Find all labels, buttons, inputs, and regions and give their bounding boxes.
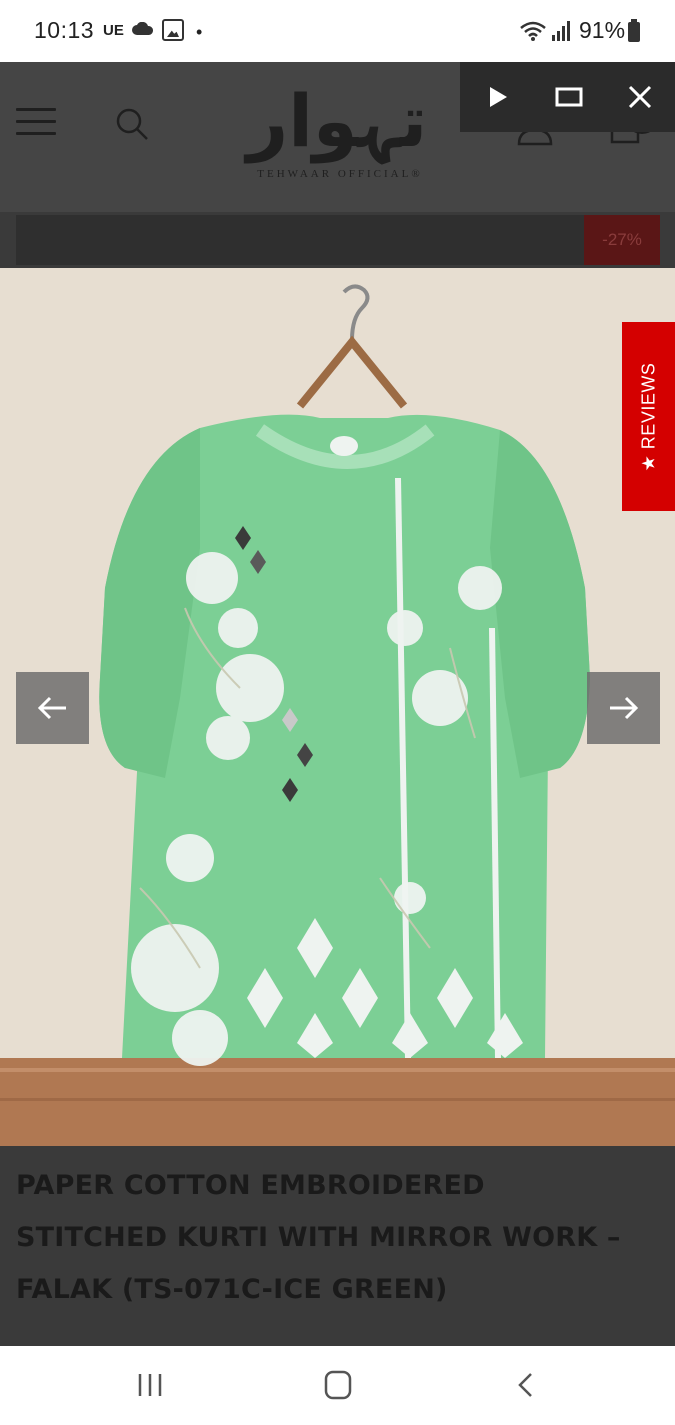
- close-icon[interactable]: [623, 80, 657, 114]
- arrow-left-icon: [37, 696, 66, 720]
- logo-mark: تہوار: [244, 79, 428, 165]
- battery-percent: 91%: [579, 17, 626, 43]
- product-image[interactable]: ★ REVIEWS: [0, 268, 675, 1146]
- home-icon[interactable]: [320, 1370, 356, 1400]
- maximize-icon[interactable]: [552, 80, 586, 114]
- kurti-illustration: [0, 268, 675, 1146]
- system-navigation-bar: [0, 1346, 675, 1425]
- status-time: 10:13: [34, 17, 95, 43]
- battery-icon: [628, 19, 640, 42]
- video-overlay-controls: [460, 62, 675, 132]
- wifi-icon: [520, 21, 546, 41]
- gallery-icon: [162, 19, 184, 41]
- logo-text: تہوار: [244, 79, 428, 165]
- promo-strip: [16, 215, 660, 265]
- web-content: تہوار TEHWAAR OFFICIAL® 0 -27%: [0, 62, 675, 1346]
- logo-subtitle: TEHWAAR OFFICIAL®: [257, 168, 423, 180]
- arrow-right-icon: [610, 696, 639, 720]
- carrier-label: UE: [103, 22, 124, 39]
- menu-icon[interactable]: [16, 108, 56, 138]
- previous-image-button[interactable]: [16, 672, 89, 744]
- signal-icon: [552, 21, 570, 41]
- notification-dot: •: [196, 22, 203, 42]
- product-title-area: PAPER COTTON EMBROIDERED STITCHED KURTI …: [0, 1146, 675, 1346]
- next-image-button[interactable]: [587, 672, 660, 744]
- recent-apps-icon[interactable]: [132, 1370, 168, 1400]
- discount-badge: -27%: [584, 215, 660, 265]
- play-icon[interactable]: [480, 80, 514, 114]
- cloud-icon: [132, 22, 154, 35]
- product-title: PAPER COTTON EMBROIDERED STITCHED KURTI …: [16, 1170, 621, 1305]
- reviews-label: ★ REVIEWS: [638, 362, 658, 471]
- status-bar: 10:13 UE • 91%: [0, 0, 675, 62]
- back-icon[interactable]: [508, 1370, 544, 1400]
- reviews-tab[interactable]: ★ REVIEWS: [622, 322, 675, 511]
- search-icon[interactable]: [114, 106, 150, 142]
